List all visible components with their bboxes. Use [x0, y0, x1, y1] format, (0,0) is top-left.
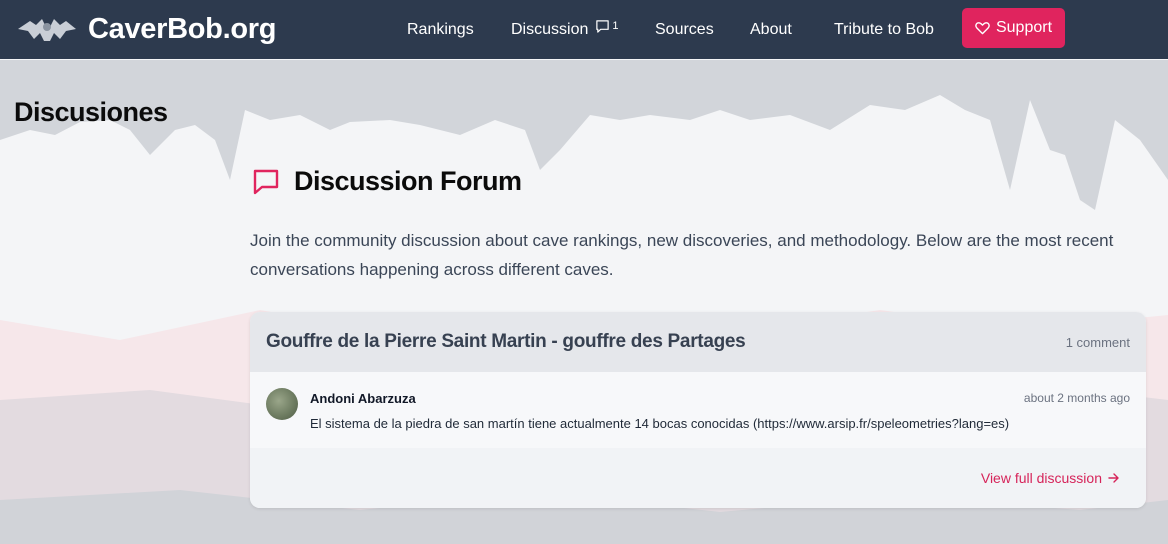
comment-author: Andoni Abarzuza: [310, 391, 416, 406]
forum-title: Discussion Forum: [294, 166, 522, 196]
avatar: [266, 388, 298, 420]
view-link-label: View full discussion: [980, 470, 1102, 486]
nav-tribute-label: Tribute to Bob: [834, 20, 934, 38]
brand-link[interactable]: CaverBob.org: [16, 0, 276, 59]
discussion-count-badge: 1: [612, 19, 619, 32]
message-square-icon: [253, 169, 279, 194]
top-navbar: CaverBob.org Rankings Discussion 1 Sourc…: [0, 0, 1168, 59]
cave-title[interactable]: Gouffre de la Pierre Saint Martin - gouf…: [266, 331, 746, 353]
nav-about[interactable]: About: [750, 0, 792, 59]
discussion-card: Gouffre de la Pierre Saint Martin - gouf…: [250, 312, 1146, 508]
comment-item: Andoni Abarzuza about 2 months ago El si…: [250, 372, 1146, 448]
brand-name: CaverBob.org: [88, 13, 277, 45]
nav-tribute[interactable]: Tribute to Bob: [834, 0, 934, 59]
discussion-card-header[interactable]: Gouffre de la Pierre Saint Martin - gouf…: [250, 312, 1146, 372]
nav-sources-label: Sources: [655, 20, 714, 38]
comment-count: 1 comment: [1065, 334, 1130, 350]
discussion-card-footer: View full discussion: [250, 448, 1146, 508]
page-title: Discusiones: [14, 97, 168, 127]
forum-header: Discussion Forum: [252, 166, 522, 197]
chat-bubble-icon: [596, 20, 610, 33]
nav-sources[interactable]: Sources: [655, 0, 714, 59]
support-label: Support: [995, 19, 1053, 36]
nav-discussion[interactable]: Discussion 1: [511, 0, 618, 59]
nav-rankings[interactable]: Rankings: [407, 0, 474, 59]
forum-intro: Join the community discussion about cave…: [250, 231, 1114, 279]
nav-about-label: About: [750, 20, 792, 38]
comment-time: about 2 months ago: [1023, 391, 1130, 405]
nav-discussion-label: Discussion: [511, 20, 589, 38]
view-full-discussion-link[interactable]: View full discussion: [981, 470, 1120, 486]
support-button[interactable]: Support: [962, 8, 1065, 48]
arrow-right-icon: [1108, 473, 1119, 483]
bat-icon: [18, 18, 76, 41]
comment-text: El sistema de la piedra de san martín ti…: [310, 416, 1010, 431]
nav-rankings-label: Rankings: [407, 20, 474, 38]
heart-icon: [975, 22, 990, 35]
